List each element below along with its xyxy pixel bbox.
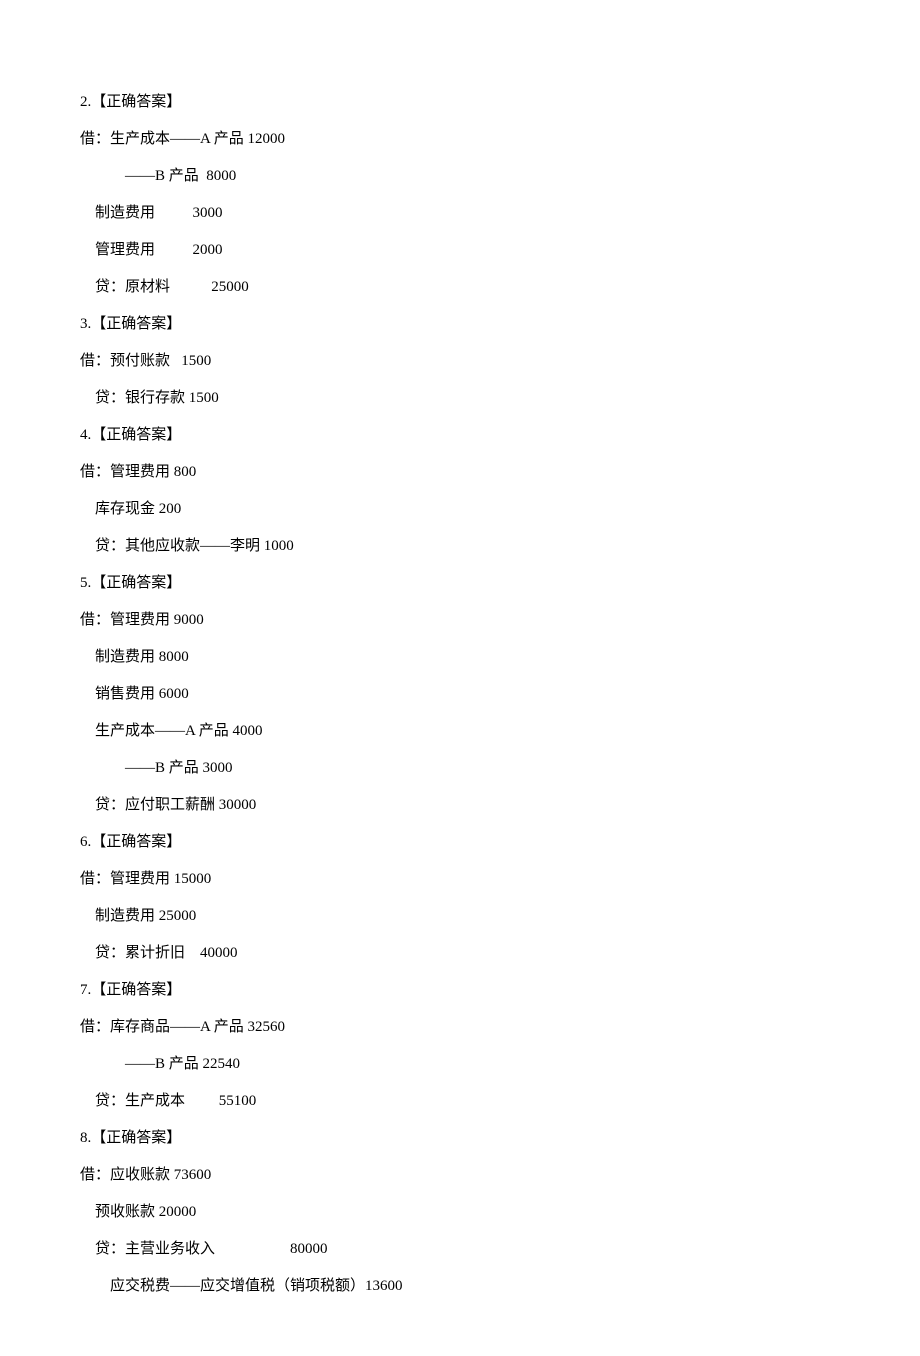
- text-line: 生产成本——A 产品 4000: [80, 724, 840, 739]
- text-line: 借：管理费用 800: [80, 465, 840, 480]
- text-line: 5.【正确答案】: [80, 576, 840, 591]
- text-line: 贷：应付职工薪酬 30000: [80, 798, 840, 813]
- text-line: 预收账款 20000: [80, 1205, 840, 1220]
- text-line: ——B 产品 8000: [80, 169, 840, 184]
- text-line: 3.【正确答案】: [80, 317, 840, 332]
- text-line: 7.【正确答案】: [80, 983, 840, 998]
- document-page: 2.【正确答案】 借：生产成本——A 产品 12000 ——B 产品 8000 …: [0, 0, 920, 1356]
- text-line: 借：管理费用 15000: [80, 872, 840, 887]
- text-line: 借：管理费用 9000: [80, 613, 840, 628]
- text-line: 贷：其他应收款——李明 1000: [80, 539, 840, 554]
- text-line: 借：预付账款 1500: [80, 354, 840, 369]
- text-line: 贷：累计折旧 40000: [80, 946, 840, 961]
- text-line: 库存现金 200: [80, 502, 840, 517]
- text-line: 管理费用 2000: [80, 243, 840, 258]
- text-line: 借：应收账款 73600: [80, 1168, 840, 1183]
- text-line: 制造费用 3000: [80, 206, 840, 221]
- text-line: 制造费用 25000: [80, 909, 840, 924]
- text-line: 借：生产成本——A 产品 12000: [80, 132, 840, 147]
- text-line: 借：库存商品——A 产品 32560: [80, 1020, 840, 1035]
- text-line: 销售费用 6000: [80, 687, 840, 702]
- text-line: 4.【正确答案】: [80, 428, 840, 443]
- text-line: 贷：生产成本 55100: [80, 1094, 840, 1109]
- text-line: 2.【正确答案】: [80, 95, 840, 110]
- text-line: ——B 产品 22540: [80, 1057, 840, 1072]
- text-line: 应交税费——应交增值税（销项税额）13600: [80, 1279, 840, 1294]
- text-line: 贷：主营业务收入 80000: [80, 1242, 840, 1257]
- text-line: 贷：银行存款 1500: [80, 391, 840, 406]
- text-line: 8.【正确答案】: [80, 1131, 840, 1146]
- text-line: 制造费用 8000: [80, 650, 840, 665]
- text-line: 贷：原材料 25000: [80, 280, 840, 295]
- text-line: 6.【正确答案】: [80, 835, 840, 850]
- text-line: ——B 产品 3000: [80, 761, 840, 776]
